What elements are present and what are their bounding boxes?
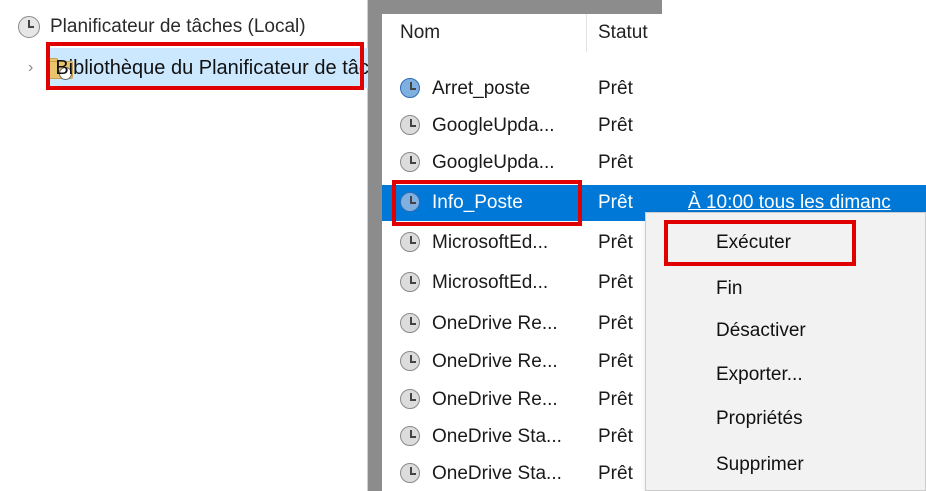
task-trigger: À 10:00 tous les dimanc <box>688 192 891 213</box>
task-name: OneDrive Sta... <box>432 463 562 484</box>
menu-item-disable[interactable]: Désactiver <box>646 311 926 351</box>
task-name: GoogleUpda... <box>432 152 555 173</box>
list-header: Nom Statut <box>382 14 926 52</box>
menu-item-properties[interactable]: Propriétés <box>646 399 926 439</box>
task-clock-icon <box>400 115 420 135</box>
task-name: Arret_poste <box>432 78 531 99</box>
task-clock-icon <box>400 152 420 172</box>
column-header-status[interactable]: Statut <box>598 22 648 44</box>
task-name: MicrosoftEd... <box>432 272 549 293</box>
table-row[interactable]: GoogleUpda... Prêt <box>382 145 926 181</box>
task-status: Prêt <box>598 192 633 213</box>
task-clock-icon <box>400 426 420 446</box>
task-status: Prêt <box>598 78 633 99</box>
pane-splitter[interactable] <box>368 0 382 491</box>
table-row[interactable]: Arret_poste Prêt <box>382 71 926 107</box>
task-clock-icon <box>400 192 420 212</box>
task-status: Prêt <box>598 313 633 334</box>
task-name: OneDrive Re... <box>432 313 558 334</box>
menu-item-run[interactable]: Exécuter <box>646 223 926 263</box>
menu-item-end[interactable]: Fin <box>646 269 926 309</box>
task-status: Prêt <box>598 351 633 372</box>
task-name: OneDrive Sta... <box>432 426 562 447</box>
task-clock-icon <box>400 272 420 292</box>
task-status: Prêt <box>598 115 633 136</box>
task-status: Prêt <box>598 272 633 293</box>
menu-item-export[interactable]: Exporter... <box>646 355 926 395</box>
task-name: OneDrive Re... <box>432 389 558 410</box>
task-name: OneDrive Re... <box>432 351 558 372</box>
task-clock-icon <box>400 78 420 98</box>
task-clock-icon <box>400 313 420 333</box>
tree-root-item[interactable]: Planificateur de tâches (Local) <box>18 12 306 42</box>
top-splitter <box>382 0 662 14</box>
task-name: MicrosoftEd... <box>432 232 549 253</box>
task-name: GoogleUpda... <box>432 115 555 136</box>
task-clock-icon <box>400 351 420 371</box>
task-clock-icon <box>400 389 420 409</box>
tree-item-library[interactable]: › Bibliothèque du Planificateur de tâche… <box>28 48 401 88</box>
table-row[interactable]: GoogleUpda... Prêt <box>382 108 926 144</box>
task-status: Prêt <box>598 232 633 253</box>
task-scheduler-clock-icon <box>18 16 40 38</box>
tree-item-library-label: Bibliothèque du Planificateur de tâches <box>55 56 402 79</box>
task-status: Prêt <box>598 426 633 447</box>
task-name: Info_Poste <box>432 192 523 213</box>
task-status: Prêt <box>598 389 633 410</box>
chevron-right-icon[interactable]: › <box>28 59 33 77</box>
menu-item-delete[interactable]: Supprimer <box>646 445 926 485</box>
context-menu: Exécuter Fin Désactiver Exporter... Prop… <box>645 212 926 491</box>
task-clock-icon <box>400 463 420 483</box>
tree-root-label: Planificateur de tâches (Local) <box>50 16 306 37</box>
tree-pane: Planificateur de tâches (Local) › Biblio… <box>0 0 401 491</box>
task-status: Prêt <box>598 152 633 173</box>
column-separator[interactable] <box>586 14 587 52</box>
column-header-name[interactable]: Nom <box>400 22 440 44</box>
task-clock-icon <box>400 232 420 252</box>
task-status: Prêt <box>598 463 633 484</box>
